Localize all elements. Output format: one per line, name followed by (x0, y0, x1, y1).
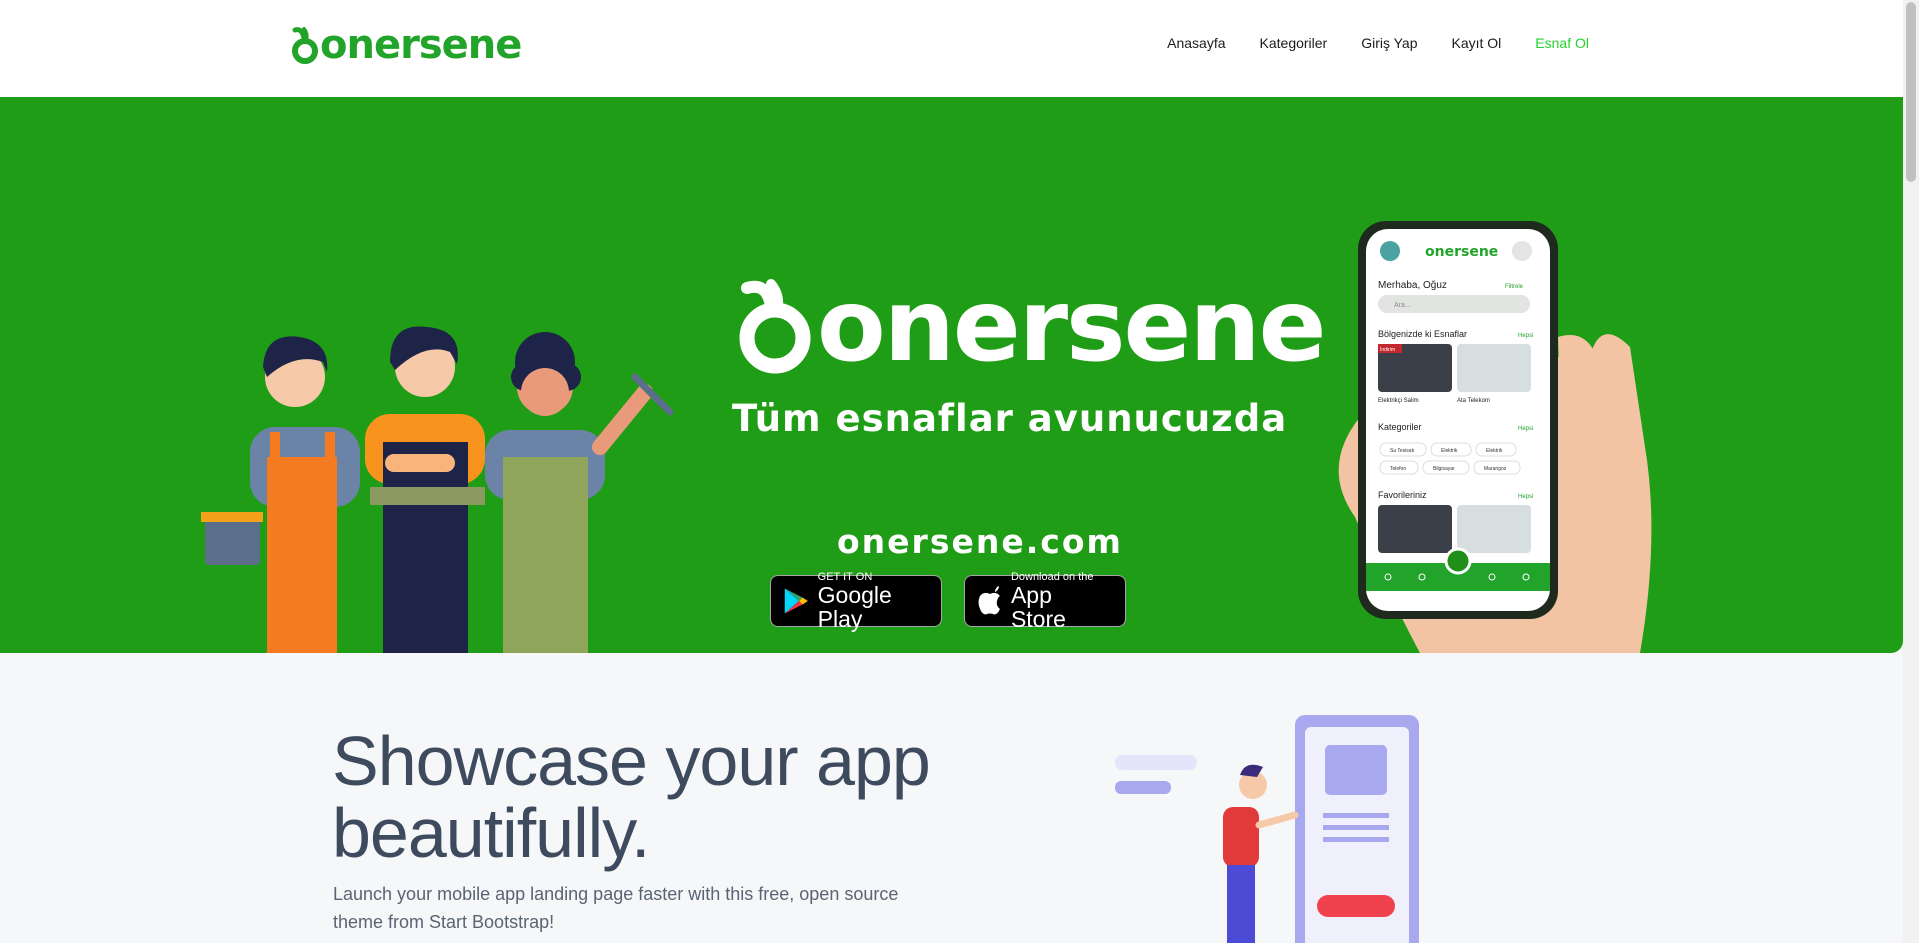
phone-see-all-favorites: Hepsi (1518, 494, 1533, 500)
google-play-big-label: Google Play (817, 582, 892, 632)
showcase-title-line-1: Showcase your app (332, 722, 931, 800)
hero-logo: onersene (733, 267, 1326, 384)
phone-brand: onersene (1425, 244, 1498, 260)
nav-link-anasayfa[interactable]: Anasayfa (1167, 35, 1225, 51)
phone-category-4: Telefon (1390, 466, 1406, 472)
app-showcase-illustration (1115, 715, 1419, 943)
phone-section-favorites: Favorileriniz (1378, 490, 1427, 500)
scrollbar-thumb[interactable] (1906, 2, 1916, 182)
phone-mockup: onersene Merhaba, Oğuz Filtrele Ara... B… (1338, 221, 1652, 653)
phone-search-placeholder: Ara... (1394, 302, 1411, 309)
hero-logo-mark-icon (739, 278, 811, 373)
app-store-button[interactable]: Download on the App Store (964, 571, 1126, 631)
phone-nearby-badge: İndirim (1380, 346, 1395, 353)
nav-link-giris-yap[interactable]: Giriş Yap (1361, 35, 1417, 51)
showcase-section: Showcase your app beautifully. Launch yo… (0, 653, 1903, 943)
hero-tagline: Tüm esnaflar avunucuzda (732, 397, 1288, 440)
phone-filter-link: Filtrele (1505, 284, 1524, 290)
phone-see-all-nearby: Hepsi (1518, 333, 1533, 339)
brand-mark-icon (292, 27, 318, 64)
phone-section-categories: Kategoriler (1378, 422, 1422, 432)
nav-link-esnaf-ol[interactable]: Esnaf Ol (1535, 35, 1589, 51)
phone-category-2: Elektrik (1441, 448, 1458, 454)
google-play-button[interactable]: GET IT ON Google Play (770, 571, 942, 631)
hero-logo-text: onersene (817, 267, 1326, 384)
nav-link-kategoriler[interactable]: Kategoriler (1260, 35, 1328, 51)
phone-category-1: Su Tesisatı (1390, 448, 1414, 454)
phone-greeting: Merhaba, Oğuz (1378, 280, 1447, 291)
main-nav: Anasayfa Kategoriler Giriş Yap Kayıt Ol … (1167, 35, 1589, 51)
app-store-big-label: App Store (1010, 582, 1066, 632)
navbar: onersene Anasayfa Kategoriler Giriş Yap … (0, 0, 1903, 97)
hero-domain: onersene.com (837, 522, 1123, 561)
nav-link-kayit-ol[interactable]: Kayıt Ol (1452, 35, 1502, 51)
showcase-title: Showcase your app beautifully. (332, 722, 931, 872)
workers-illustration (201, 326, 674, 653)
phone-category-5: Bilgisayar (1433, 466, 1455, 472)
apple-icon (978, 586, 1000, 615)
phone-see-all-categories: Hepsi (1518, 426, 1533, 432)
brand-text: onersene (320, 22, 522, 68)
showcase-subtitle: Launch your mobile app landing page fast… (333, 884, 899, 932)
hero-banner: onersene Tüm esnaflar avunucuzda onersen… (0, 97, 1903, 653)
brand-logo[interactable]: onersene (290, 22, 522, 68)
phone-nearby-card-1: Elektrikçi Salim (1378, 398, 1419, 404)
google-play-icon (784, 588, 808, 614)
phone-section-nearby: Bölgenizde ki Esnaflar (1378, 329, 1467, 339)
phone-category-3: Elektrik (1486, 448, 1503, 454)
page: onersene Anasayfa Kategoriler Giriş Yap … (0, 0, 1919, 943)
phone-nearby-card-2: Ata Telekom (1457, 398, 1490, 404)
page-scrollbar[interactable] (1903, 0, 1919, 943)
phone-category-6: Marangoz (1484, 466, 1507, 472)
showcase-title-line-2: beautifully. (332, 794, 650, 872)
